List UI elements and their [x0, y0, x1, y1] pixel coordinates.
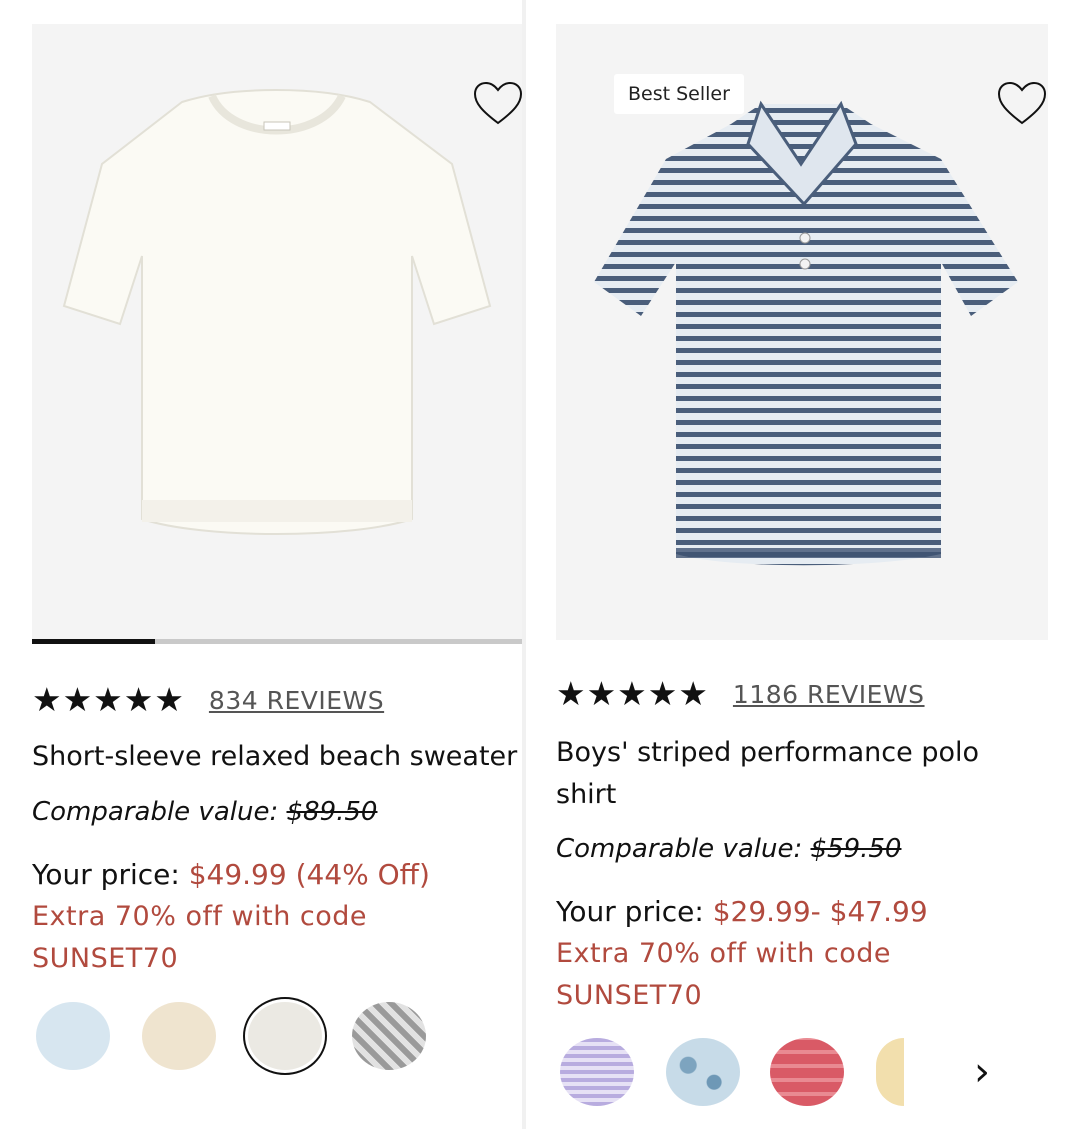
comparable-label: Comparable value:	[556, 834, 803, 864]
polo-illustration	[594, 100, 1018, 566]
your-price: Your price: $29.99- $47.99	[556, 891, 928, 933]
color-swatches	[32, 994, 452, 1078]
comparable-value: Comparable value: $89.50	[32, 797, 377, 827]
promo-text: Extra 70% off with code SUNSET70	[556, 933, 976, 1017]
swatch-yellow-floral[interactable]	[876, 1038, 904, 1106]
product-name[interactable]: Short-sleeve relaxed beach sweater	[32, 736, 522, 778]
swatch-grey-pattern[interactable]	[352, 1002, 426, 1070]
promo-code: SUNSET70	[556, 980, 703, 1011]
chevron-right-icon[interactable]: ›	[974, 1052, 990, 1092]
promo-text: Extra 70% off with code SUNSET70	[32, 896, 452, 980]
image-carousel-progress	[32, 639, 522, 644]
best-seller-badge: Best Seller	[614, 74, 744, 114]
comparable-value: Comparable value: $59.50	[556, 834, 901, 864]
promo-line-1: Extra 70% off with code	[32, 901, 368, 932]
swatch-ivory[interactable]	[248, 1002, 322, 1070]
rating-row: ★★★★★ 834 REVIEWS	[32, 678, 384, 722]
swatch-beige[interactable]	[142, 1002, 216, 1070]
swatch-blue-floral[interactable]	[666, 1038, 740, 1106]
comparable-price: $59.50	[810, 834, 902, 864]
price-label: Your price:	[32, 858, 180, 891]
star-rating: ★★★★★	[556, 674, 709, 713]
price-value: $49.99 (44% Off)	[188, 858, 430, 891]
color-swatches: ›	[556, 1034, 1056, 1114]
sweater-illustration	[62, 88, 492, 535]
swatch-red-shark[interactable]	[770, 1038, 844, 1106]
comparable-price: $89.50	[286, 797, 378, 827]
price-value: $29.99- $47.99	[712, 895, 928, 928]
reviews-link[interactable]: 834 REVIEWS	[209, 686, 384, 715]
heart-icon[interactable]	[472, 81, 522, 127]
your-price: Your price: $49.99 (44% Off)	[32, 854, 430, 896]
image-carousel-progress-fill	[32, 639, 155, 644]
heart-icon[interactable]	[996, 81, 1048, 127]
promo-code: SUNSET70	[32, 943, 179, 974]
star-rating: ★★★★★	[32, 680, 185, 719]
product-card-polo[interactable]: Best Seller ★★★★★ 1186 REVIEWS Boys' str…	[524, 0, 1080, 1129]
product-card-sweater[interactable]: ★★★★★ 834 REVIEWS Short-sleeve relaxed b…	[0, 0, 524, 1129]
product-image-sweater[interactable]	[32, 24, 522, 640]
promo-line-1: Extra 70% off with code	[556, 938, 892, 969]
rating-row: ★★★★★ 1186 REVIEWS	[556, 672, 925, 716]
swatch-light-blue[interactable]	[36, 1002, 110, 1070]
product-name[interactable]: Boys' striped performance polo shirt	[556, 732, 1026, 816]
price-label: Your price:	[556, 895, 704, 928]
product-image-polo[interactable]: Best Seller	[556, 24, 1048, 640]
comparable-label: Comparable value:	[32, 797, 279, 827]
swatch-lavender-gingham[interactable]	[560, 1038, 634, 1106]
reviews-link[interactable]: 1186 REVIEWS	[733, 680, 925, 709]
